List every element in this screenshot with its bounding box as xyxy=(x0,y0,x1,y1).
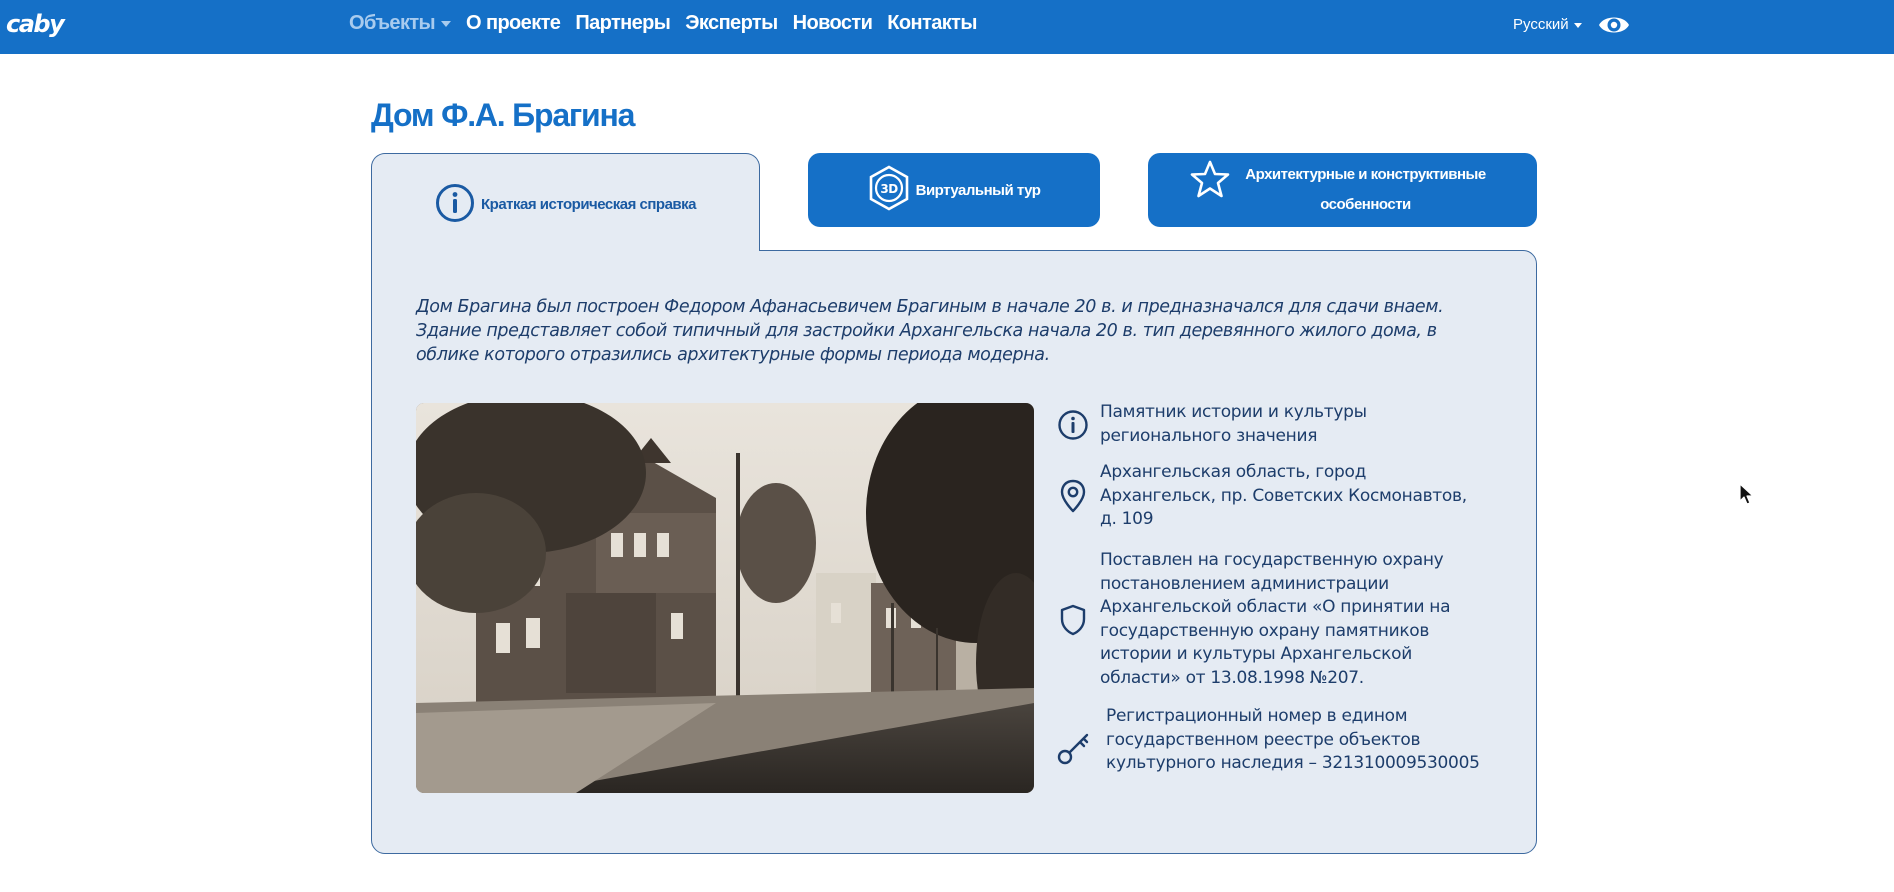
language-label: Русский xyxy=(1513,16,1569,33)
nav-item-about[interactable]: О проекте xyxy=(466,12,561,35)
star-icon xyxy=(1190,159,1230,203)
tab-label: Краткая историческая справка xyxy=(481,196,696,213)
nav-item-contacts[interactable]: Контакты xyxy=(887,12,977,35)
map-pin-icon xyxy=(1056,479,1090,513)
info-icon xyxy=(435,183,475,227)
nav-item-news[interactable]: Новости xyxy=(793,12,873,35)
shield-icon xyxy=(1056,604,1090,636)
tab-label: Архитектурные и конструктивные особеннос… xyxy=(1245,166,1486,213)
fact-text: Архангельская область, город Архангельск… xyxy=(1100,462,1467,529)
building-photo xyxy=(416,403,1034,793)
intro-text: Дом Брагина был построен Федором Афанась… xyxy=(416,297,1444,365)
chevron-down-icon xyxy=(441,20,452,27)
tab-virtual-tour[interactable]: 3D Виртуальный тур xyxy=(808,153,1100,227)
top-navbar: caby Объекты О проекте Партнеры Эксперты… xyxy=(0,0,1894,54)
site-logo[interactable]: caby xyxy=(6,10,65,38)
fact-protection: Поставлен на государственную охрану пост… xyxy=(1056,549,1486,690)
chevron-down-icon xyxy=(1573,22,1582,28)
fact-text: Памятник истории и культуры региональног… xyxy=(1100,402,1367,446)
fact-status: Памятник истории и культуры региональног… xyxy=(1056,401,1486,448)
nav-item-experts[interactable]: Эксперты xyxy=(685,12,778,35)
fact-registry: Регистрационный номер в едином государст… xyxy=(1056,705,1486,776)
nav-item-objects[interactable]: Объекты xyxy=(349,12,452,35)
info-icon xyxy=(1056,409,1090,441)
tab-architecture[interactable]: Архитектурные и конструктивные особеннос… xyxy=(1148,153,1537,227)
key-icon xyxy=(1056,732,1090,766)
page-title: Дом Ф.А. Брагина xyxy=(371,97,635,133)
info-panel: Дом Брагина был построен Федором Афанась… xyxy=(371,250,1537,854)
svg-text:3D: 3D xyxy=(880,182,898,196)
tab-historical-info[interactable]: Краткая историческая справка xyxy=(371,153,760,251)
eye-icon[interactable] xyxy=(1598,12,1630,43)
fact-address: Архангельская область, город Архангельск… xyxy=(1056,461,1486,532)
mouse-cursor-icon xyxy=(1739,483,1755,512)
3d-icon: 3D xyxy=(868,165,910,215)
nav-item-partners[interactable]: Партнеры xyxy=(575,12,671,35)
language-selector[interactable]: Русский xyxy=(1513,16,1582,33)
tab-label: Виртуальный тур xyxy=(915,181,1041,199)
nav-item-label: Объекты xyxy=(349,12,436,34)
main-nav: Объекты О проекте Партнеры Эксперты Ново… xyxy=(349,12,977,35)
fact-text: Поставлен на государственную охрану пост… xyxy=(1100,550,1451,688)
fact-text: Регистрационный номер в едином государст… xyxy=(1106,706,1480,773)
